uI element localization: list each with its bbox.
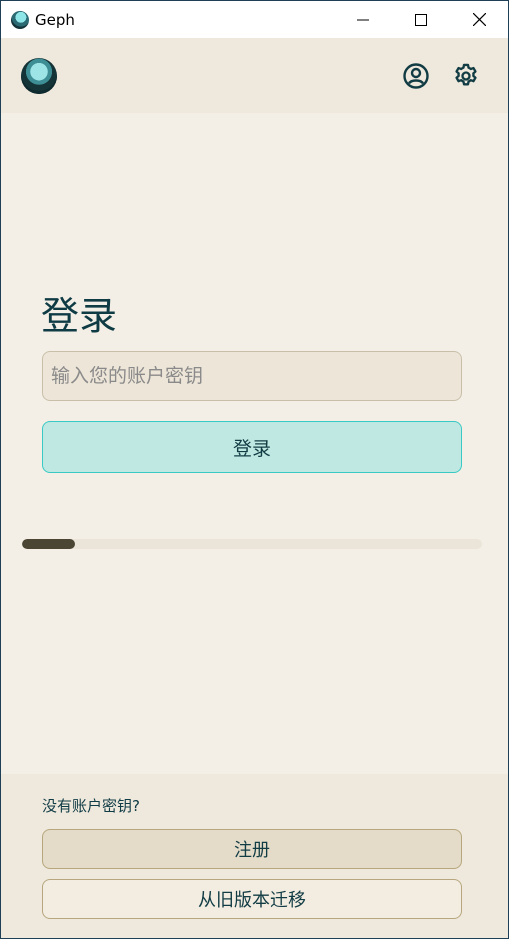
- minimize-button[interactable]: [334, 1, 392, 38]
- migrate-button[interactable]: 从旧版本迁移: [42, 879, 462, 919]
- window-title: Geph: [35, 10, 75, 29]
- account-button[interactable]: [401, 61, 431, 91]
- progress-bar: [22, 539, 482, 549]
- close-button[interactable]: [450, 1, 508, 38]
- maximize-icon: [415, 13, 427, 26]
- settings-button[interactable]: [451, 61, 481, 91]
- account-key-input[interactable]: [42, 351, 462, 401]
- geph-logo-icon: [21, 58, 57, 94]
- app-header: [1, 38, 508, 113]
- close-icon: [472, 13, 486, 26]
- maximize-button[interactable]: [392, 1, 450, 38]
- progress-bar-fill: [22, 539, 75, 549]
- register-button[interactable]: 注册: [42, 829, 462, 869]
- title-bar: Geph: [1, 1, 508, 38]
- window-controls: [334, 1, 508, 38]
- footer-panel: 没有账户密钥? 注册 从旧版本迁移: [1, 774, 508, 938]
- login-button[interactable]: 登录: [42, 421, 462, 473]
- login-panel: 登录 登录: [1, 113, 508, 774]
- minimize-icon: [357, 19, 369, 20]
- no-key-prompt: 没有账户密钥?: [42, 797, 140, 815]
- app-icon: [11, 10, 29, 29]
- account-icon: [403, 63, 429, 89]
- app-window: Geph 登录 输入您的账户密钥 登录 没有账户密钥? 注册 从旧版本迁移: [0, 0, 509, 939]
- settings-icon: [455, 63, 477, 86]
- page-title: 登录: [41, 294, 118, 338]
